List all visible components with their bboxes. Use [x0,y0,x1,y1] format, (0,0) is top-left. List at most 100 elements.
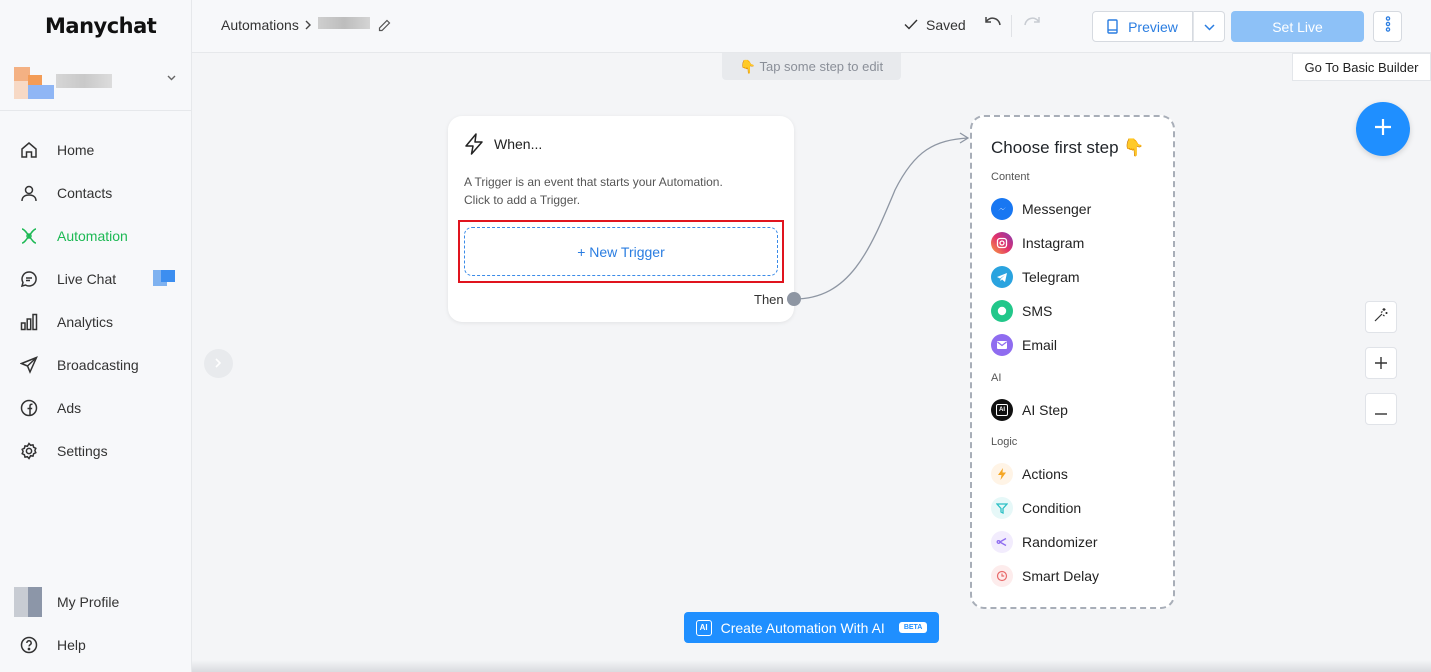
step-messenger[interactable]: Messenger [991,197,1091,221]
sidebar-item-label: Automation [57,227,128,244]
ai-icon: AI [695,619,712,636]
sms-icon [991,300,1013,322]
section-ai-label: AI [991,372,1002,384]
gear-icon [19,441,39,461]
chevron-down-icon [167,72,176,84]
phone-icon [1107,19,1118,34]
undo-icon [983,15,1003,36]
sidebar-item-my-profile[interactable]: My Profile [0,580,192,623]
account-name-blurred [56,74,112,88]
step-condition[interactable]: Condition [991,496,1081,520]
sidebar-divider [0,110,192,111]
step-label: Actions [1022,466,1068,482]
step-ai-step[interactable]: AI AI Step [991,398,1068,422]
messenger-icon [991,198,1013,220]
sidebar-nav: Home Contacts Automation Live Chat Analy… [0,128,192,472]
step-label: Condition [1022,500,1082,516]
create-automation-label: Create Automation With AI [720,619,885,636]
redo-button[interactable] [1021,14,1043,36]
chevron-down-icon [1203,18,1215,36]
avatar [14,586,42,617]
toolbar-divider [1011,15,1012,37]
plus-icon [1373,117,1393,142]
trigger-description: A Trigger is an event that starts your A… [464,173,764,209]
lightning-icon [464,133,484,155]
new-trigger-button[interactable]: + New Trigger [464,227,778,276]
step-email[interactable]: Email [991,333,1057,357]
sidebar-item-broadcasting[interactable]: Broadcasting [0,343,192,386]
step-label: Messenger [1022,201,1092,217]
undo-button[interactable] [982,14,1004,36]
step-label: Instagram [1022,235,1085,251]
step-smart-delay[interactable]: Smart Delay [991,564,1099,588]
lightning-icon [991,463,1013,485]
breadcrumb: Automations [221,17,392,33]
instagram-icon [991,232,1013,254]
automation-name-blurred [317,17,370,29]
tap-step-hint: 👇 Tap some step to edit [722,53,901,80]
step-sms[interactable]: SMS [991,299,1052,323]
zoom-in-button[interactable] [1365,347,1397,379]
plus-icon [1375,353,1387,374]
pencil-icon[interactable] [378,18,392,32]
sidebar-item-label: Contacts [57,184,113,201]
magic-wand-button[interactable] [1365,301,1397,333]
account-avatar [12,63,56,99]
sidebar-item-label: My Profile [57,593,120,610]
step-randomizer[interactable]: Randomizer [991,530,1097,554]
sidebar-item-live-chat[interactable]: Live Chat [0,257,192,300]
create-automation-with-ai-button[interactable]: AI Create Automation With AI BETA [684,612,939,643]
sidebar-item-contacts[interactable]: Contacts [0,171,192,214]
redo-icon [1022,15,1042,36]
sidebar-item-help[interactable]: Help [0,623,192,666]
sidebar-item-label: Analytics [57,313,114,330]
sidebar-item-label: Ads [57,399,82,416]
more-options-button[interactable] [1373,11,1402,42]
sidebar-item-settings[interactable]: Settings [0,429,192,472]
section-content-label: Content [991,171,1030,183]
then-connector-handle[interactable] [787,292,801,306]
preview-button[interactable]: Preview [1092,11,1193,42]
section-logic-label: Logic [991,436,1018,448]
step-label: AI Step [1022,402,1068,418]
saved-status: Saved [904,17,966,33]
manychat-logo[interactable]: Manychat [45,14,157,38]
step-label: Email [1022,337,1058,353]
sidebar-item-home[interactable]: Home [0,128,192,171]
zoom-out-button[interactable] [1365,393,1397,425]
email-icon [991,334,1013,356]
then-label: Then [754,292,784,307]
account-switcher[interactable] [12,62,184,100]
chevron-right-icon [215,355,222,373]
topbar: Automations Saved Preview Set Live [192,0,1431,53]
step-instagram[interactable]: Instagram [991,231,1084,255]
expand-sidebar-button[interactable] [204,349,233,378]
connector-line [793,132,970,300]
sidebar-item-label: Broadcasting [57,356,139,373]
go-to-basic-builder-button[interactable]: Go To Basic Builder [1292,53,1431,81]
sidebar-item-automation[interactable]: Automation [0,214,192,257]
chevron-right-icon [305,18,312,33]
beta-badge: BETA [898,622,928,633]
home-icon [19,140,39,160]
saved-label: Saved [926,17,966,33]
preview-dropdown-button[interactable] [1193,11,1225,42]
step-actions[interactable]: Actions [991,462,1068,486]
sidebar-item-ads[interactable]: Ads [0,386,192,429]
breadcrumb-automations-link[interactable]: Automations [221,17,299,33]
step-label: Telegram [1022,269,1080,285]
bottom-shadow [192,660,1431,672]
sidebar-item-label: Home [57,141,95,158]
set-live-button[interactable]: Set Live [1231,11,1364,42]
sidebar-item-analytics[interactable]: Analytics [0,300,192,343]
live-chat-badge-blurred [153,270,175,286]
trigger-card[interactable]: When... A Trigger is an event that start… [448,116,801,322]
step-telegram[interactable]: Telegram [991,265,1080,289]
step-label: SMS [1022,303,1053,319]
minus-icon [1375,399,1387,420]
choose-first-step-title: Choose first step 👇 [991,138,1145,157]
sidebar-item-label: Live Chat [57,270,117,287]
trigger-card-header: When... [464,133,542,155]
sidebar-item-label: Help [57,636,86,653]
add-step-button[interactable] [1356,102,1410,156]
